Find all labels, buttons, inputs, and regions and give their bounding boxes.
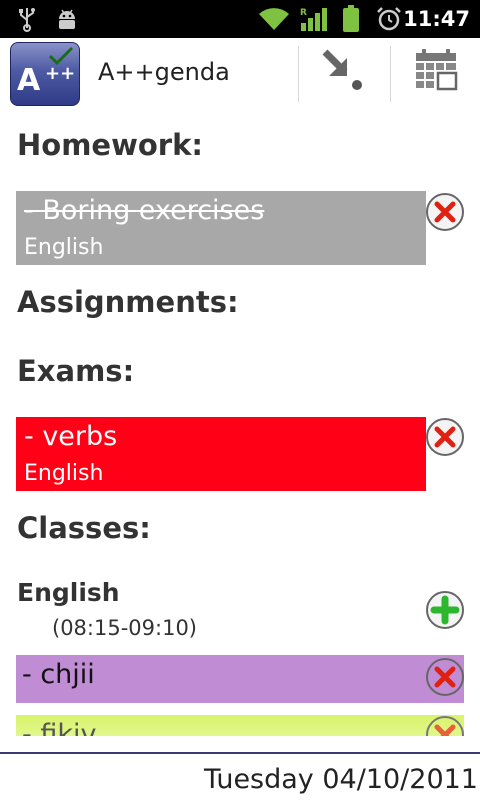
calendar-icon xyxy=(414,49,458,95)
signal-roaming-icon: R xyxy=(298,0,330,38)
battery-icon xyxy=(338,0,364,38)
action-bar-divider xyxy=(298,46,299,102)
delete-class-entry-button[interactable] xyxy=(425,715,465,736)
item-subject: English xyxy=(24,235,104,260)
section-title-homework: Homework: xyxy=(17,128,203,162)
agenda-content[interactable]: Homework: - Boring exercises English Ass… xyxy=(0,106,480,736)
app-logo[interactable]: A ++ xyxy=(10,42,80,106)
add-icon xyxy=(426,591,464,629)
android-debug-icon xyxy=(54,0,80,38)
homework-item[interactable]: - Boring exercises English xyxy=(16,191,426,265)
action-bar: A ++ A++genda xyxy=(0,38,480,106)
delete-exam-button[interactable] xyxy=(425,417,465,457)
app-title: A++genda xyxy=(98,58,230,86)
delete-class-entry-button[interactable] xyxy=(425,657,465,697)
calendar-button[interactable] xyxy=(394,38,478,106)
add-item-icon xyxy=(319,48,365,96)
logo-letter: A xyxy=(17,63,40,98)
svg-text:R: R xyxy=(300,8,307,18)
entry-title: - fikiv xyxy=(22,719,97,736)
status-bar: R 11:47 xyxy=(0,0,480,38)
class-entry[interactable]: - fikiv xyxy=(16,715,464,736)
delete-icon xyxy=(426,658,464,696)
section-title-classes: Classes: xyxy=(17,511,151,545)
footer-date: Tuesday 04/10/2011 xyxy=(203,764,478,795)
delete-icon xyxy=(426,193,464,231)
entry-title: - chjii xyxy=(22,659,95,690)
alarm-icon xyxy=(374,0,404,38)
class-entry[interactable]: - chjii xyxy=(16,655,464,703)
class-name: English xyxy=(17,578,120,607)
class-time: (08:15-09:10) xyxy=(52,616,198,640)
section-title-assignments: Assignments: xyxy=(17,285,239,319)
footer-divider xyxy=(0,752,480,754)
add-item-button[interactable] xyxy=(300,38,384,106)
wifi-icon xyxy=(256,0,292,38)
add-class-item-button[interactable] xyxy=(425,590,465,630)
item-title: - verbs xyxy=(24,421,118,452)
logo-plus: ++ xyxy=(45,63,76,84)
status-time: 11:47 xyxy=(403,7,470,31)
item-title: - Boring exercises xyxy=(24,195,265,226)
delete-homework-button[interactable] xyxy=(425,192,465,232)
delete-icon xyxy=(426,418,464,456)
action-bar-divider xyxy=(390,46,391,102)
item-subject: English xyxy=(24,461,104,486)
exam-item[interactable]: - verbs English xyxy=(16,417,426,491)
delete-icon xyxy=(426,716,464,736)
usb-icon xyxy=(14,0,40,38)
section-title-exams: Exams: xyxy=(17,354,135,388)
